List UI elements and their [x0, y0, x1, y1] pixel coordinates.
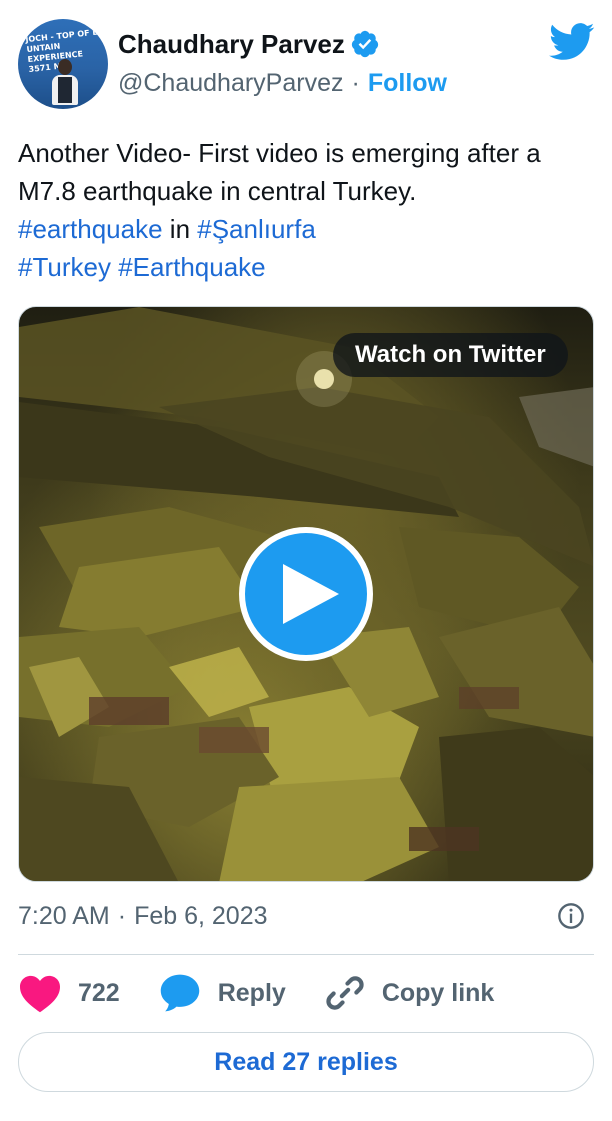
author-display-name[interactable]: Chaudhary Parvez: [118, 29, 345, 60]
avatar-person-vest: [58, 77, 72, 103]
like-count: 722: [78, 978, 120, 1007]
hashtag-earthquake[interactable]: #earthquake: [18, 214, 163, 244]
info-icon[interactable]: [557, 902, 585, 930]
timestamp-separator: ·: [117, 901, 127, 930]
handle-separator: ·: [351, 68, 360, 97]
play-icon: [283, 564, 339, 624]
word-in: in: [162, 214, 198, 244]
avatar-banner-text: JOCH - TOP OF E UNTAIN EXPERIENCE 3571 M: [25, 27, 99, 75]
tweet-date: Feb 6, 2023: [134, 901, 268, 930]
reply-button[interactable]: Reply: [158, 970, 286, 1016]
twitter-bird-icon[interactable]: [549, 22, 595, 62]
reply-label: Reply: [217, 978, 286, 1007]
verified-badge-icon: [351, 30, 378, 58]
author-handle[interactable]: @ChaudharyParvez: [118, 69, 344, 98]
embedded-tweet: JOCH - TOP OF E UNTAIN EXPERIENCE 3571 M…: [0, 0, 612, 1121]
author-handle-row: @ChaudharyParvez · Follow: [118, 66, 447, 100]
tweet-text-line-2: M7.8 earthquake in central Turkey.: [18, 176, 417, 206]
link-icon: [326, 976, 364, 1010]
tweet-text-line-4: #Turkey #Earthquake: [18, 248, 598, 286]
copy-link-button[interactable]: Copy link: [324, 970, 495, 1016]
speech-bubble-icon: [160, 974, 199, 1012]
play-button[interactable]: [239, 527, 373, 661]
copy-link-label: Copy link: [381, 978, 495, 1007]
follow-link[interactable]: Follow: [368, 69, 447, 98]
heart-icon: [20, 975, 60, 1013]
avatar[interactable]: JOCH - TOP OF E UNTAIN EXPERIENCE 3571 M: [18, 19, 108, 109]
tweet-time: 7:20 AM: [18, 901, 110, 930]
tweet-text: Another Video- First video is emerging a…: [18, 134, 598, 286]
hashtag-turkey[interactable]: #Turkey: [18, 252, 111, 282]
tweet-text-line-1: Another Video- First video is emerging a…: [18, 138, 541, 168]
watch-on-twitter-button[interactable]: Watch on Twitter: [333, 333, 568, 377]
like-button[interactable]: 722: [18, 970, 120, 1016]
avatar-person-head: [58, 59, 72, 75]
tweet-actions: 722 Reply Copy link: [18, 970, 532, 1016]
author-name-row: Chaudhary Parvez: [118, 25, 380, 63]
hashtag-earthquake-cap[interactable]: #Earthquake: [118, 252, 265, 282]
tweet-text-line-3: #earthquake in #Şanlıurfa: [18, 210, 598, 248]
divider: [18, 954, 594, 955]
hashtag-sanliurfa[interactable]: #Şanlıurfa: [197, 214, 316, 244]
tweet-timestamp[interactable]: 7:20 AM · Feb 6, 2023: [18, 898, 268, 934]
read-replies-button[interactable]: Read 27 replies: [18, 1032, 594, 1092]
